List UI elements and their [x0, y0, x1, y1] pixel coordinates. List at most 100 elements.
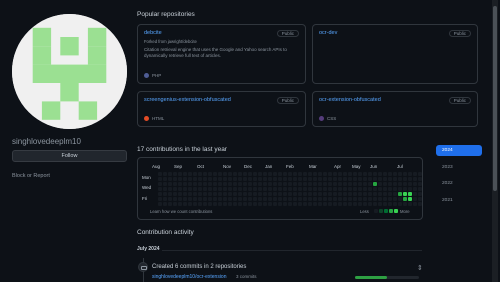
contribution-day-cell[interactable] — [293, 177, 297, 181]
contribution-day-cell[interactable] — [158, 177, 162, 181]
contribution-day-cell[interactable] — [203, 192, 207, 196]
contribution-day-cell[interactable] — [188, 182, 192, 186]
contribution-day-cell[interactable] — [403, 197, 407, 201]
contribution-day-cell[interactable] — [163, 192, 167, 196]
contribution-day-cell[interactable] — [248, 192, 252, 196]
contribution-day-cell[interactable] — [198, 177, 202, 181]
contribution-day-cell[interactable] — [418, 177, 422, 181]
contribution-day-cell[interactable] — [248, 177, 252, 181]
contribution-day-cell[interactable] — [348, 192, 352, 196]
contribution-day-cell[interactable] — [378, 202, 382, 206]
contribution-day-cell[interactable] — [268, 187, 272, 191]
contribution-day-cell[interactable] — [333, 192, 337, 196]
contribution-day-cell[interactable] — [163, 197, 167, 201]
contribution-day-cell[interactable] — [298, 197, 302, 201]
contribution-day-cell[interactable] — [198, 187, 202, 191]
contribution-day-cell[interactable] — [243, 182, 247, 186]
contribution-day-cell[interactable] — [283, 182, 287, 186]
contribution-day-cell[interactable] — [383, 177, 387, 181]
contribution-day-cell[interactable] — [418, 187, 422, 191]
contribution-day-cell[interactable] — [293, 192, 297, 196]
contribution-day-cell[interactable] — [303, 182, 307, 186]
contribution-day-cell[interactable] — [188, 177, 192, 181]
contribution-day-cell[interactable] — [223, 192, 227, 196]
contribution-day-cell[interactable] — [173, 192, 177, 196]
contribution-day-cell[interactable] — [213, 182, 217, 186]
contribution-day-cell[interactable] — [318, 182, 322, 186]
contribution-day-cell[interactable] — [243, 177, 247, 181]
contribution-day-cell[interactable] — [228, 202, 232, 206]
contribution-day-cell[interactable] — [248, 182, 252, 186]
year-button-2022[interactable]: 2022 — [436, 178, 482, 189]
contribution-day-cell[interactable] — [308, 202, 312, 206]
contribution-day-cell[interactable] — [313, 187, 317, 191]
contribution-day-cell[interactable] — [213, 177, 217, 181]
contribution-day-cell[interactable] — [263, 177, 267, 181]
contribution-day-cell[interactable] — [243, 192, 247, 196]
contribution-day-cell[interactable] — [228, 182, 232, 186]
contribution-day-cell[interactable] — [183, 192, 187, 196]
contribution-day-cell[interactable] — [288, 182, 292, 186]
contribution-day-cell[interactable] — [238, 177, 242, 181]
contribution-day-cell[interactable] — [188, 192, 192, 196]
contribution-day-cell[interactable] — [383, 187, 387, 191]
contribution-day-cell[interactable] — [308, 197, 312, 201]
contribution-day-cell[interactable] — [348, 202, 352, 206]
contribution-day-cell[interactable] — [208, 192, 212, 196]
contribution-day-cell[interactable] — [338, 172, 342, 176]
contribution-day-cell[interactable] — [238, 202, 242, 206]
contribution-day-cell[interactable] — [328, 202, 332, 206]
contribution-day-cell[interactable] — [158, 187, 162, 191]
contribution-day-cell[interactable] — [263, 197, 267, 201]
contribution-day-cell[interactable] — [253, 177, 257, 181]
contribution-day-cell[interactable] — [308, 172, 312, 176]
contribution-day-cell[interactable] — [238, 172, 242, 176]
contribution-day-cell[interactable] — [353, 197, 357, 201]
contribution-day-cell[interactable] — [333, 197, 337, 201]
contribution-day-cell[interactable] — [383, 202, 387, 206]
contribution-day-cell[interactable] — [188, 172, 192, 176]
contribution-day-cell[interactable] — [163, 202, 167, 206]
contribution-day-cell[interactable] — [203, 187, 207, 191]
contribution-day-cell[interactable] — [368, 192, 372, 196]
contribution-day-cell[interactable] — [303, 172, 307, 176]
contribution-day-cell[interactable] — [173, 202, 177, 206]
contribution-day-cell[interactable] — [283, 202, 287, 206]
contribution-day-cell[interactable] — [193, 177, 197, 181]
follow-button[interactable]: Follow — [12, 150, 127, 162]
contribution-day-cell[interactable] — [193, 172, 197, 176]
contribution-day-cell[interactable] — [233, 202, 237, 206]
repo-name-link[interactable]: ocr-extension-obfuscated — [319, 97, 381, 103]
contribution-day-cell[interactable] — [388, 202, 392, 206]
contribution-day-cell[interactable] — [338, 177, 342, 181]
contribution-day-cell[interactable] — [178, 192, 182, 196]
contribution-day-cell[interactable] — [253, 202, 257, 206]
contribution-day-cell[interactable] — [413, 192, 417, 196]
contribution-day-cell[interactable] — [368, 172, 372, 176]
contribution-day-cell[interactable] — [408, 192, 412, 196]
contribution-day-cell[interactable] — [358, 177, 362, 181]
contribution-day-cell[interactable] — [368, 187, 372, 191]
contribution-day-cell[interactable] — [293, 187, 297, 191]
contribution-day-cell[interactable] — [343, 202, 347, 206]
contribution-day-cell[interactable] — [228, 177, 232, 181]
contribution-day-cell[interactable] — [348, 182, 352, 186]
contribution-day-cell[interactable] — [178, 187, 182, 191]
contribution-day-cell[interactable] — [193, 192, 197, 196]
contribution-day-cell[interactable] — [313, 172, 317, 176]
contribution-day-cell[interactable] — [218, 182, 222, 186]
block-report-link[interactable]: Block or Report — [12, 173, 50, 179]
contribution-day-cell[interactable] — [363, 202, 367, 206]
contribution-day-cell[interactable] — [273, 192, 277, 196]
contribution-day-cell[interactable] — [288, 192, 292, 196]
contribution-day-cell[interactable] — [393, 182, 397, 186]
contribution-day-cell[interactable] — [418, 182, 422, 186]
contribution-day-cell[interactable] — [313, 182, 317, 186]
contribution-day-cell[interactable] — [393, 192, 397, 196]
contribution-day-cell[interactable] — [208, 177, 212, 181]
contribution-day-cell[interactable] — [283, 197, 287, 201]
contribution-day-cell[interactable] — [263, 187, 267, 191]
contribution-day-cell[interactable] — [293, 172, 297, 176]
contribution-day-cell[interactable] — [378, 172, 382, 176]
contribution-day-cell[interactable] — [198, 202, 202, 206]
